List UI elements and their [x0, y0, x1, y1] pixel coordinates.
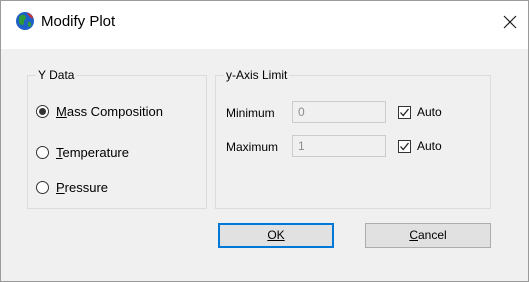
ok-button[interactable]: OK: [218, 223, 334, 248]
maximum-auto-checkbox[interactable]: Auto: [398, 136, 442, 156]
minimum-label: Minimum: [226, 106, 275, 120]
y-axis-limit-group: y-Axis Limit Minimum 0 Auto Maximum 1 Au…: [215, 68, 491, 209]
check-icon: [400, 142, 410, 150]
maximum-input[interactable]: 1: [292, 135, 386, 157]
maximum-auto-label: Auto: [417, 139, 442, 153]
radio-temperature-label: Temperature: [56, 144, 129, 160]
radio-pressure-circle[interactable]: [36, 180, 49, 194]
y-axis-limit-legend: y-Axis Limit: [224, 68, 290, 82]
window-title: Modify Plot: [41, 13, 116, 30]
minimum-auto-checkbox[interactable]: Auto: [398, 102, 442, 122]
close-button[interactable]: [497, 9, 523, 35]
radio-temperature-circle[interactable]: [36, 145, 49, 159]
minimum-input[interactable]: 0: [292, 101, 386, 123]
minimum-auto-label: Auto: [417, 105, 442, 119]
title-bar: Modify Plot: [1, 1, 528, 49]
radio-mass-composition-label: Mass Composition: [56, 103, 163, 119]
radio-pressure[interactable]: Pressure: [36, 177, 108, 197]
check-icon: [400, 108, 410, 116]
radio-mass-composition[interactable]: Mass Composition: [36, 101, 163, 121]
cancel-button[interactable]: Cancel: [365, 223, 491, 248]
cancel-button-label: Cancel: [409, 228, 447, 242]
radio-mass-composition-circle[interactable]: [36, 104, 49, 118]
y-data-group: Y Data Mass Composition Temperature Pres…: [27, 68, 207, 209]
ok-button-label: OK: [267, 228, 285, 242]
close-icon: [503, 15, 517, 29]
maximum-auto-box[interactable]: [398, 139, 411, 153]
modify-plot-dialog: Modify Plot Y Data Mass Composition Temp…: [0, 0, 529, 282]
globe-icon: [15, 11, 35, 31]
maximum-label: Maximum: [226, 140, 279, 154]
radio-temperature[interactable]: Temperature: [36, 142, 129, 162]
radio-pressure-label: Pressure: [56, 179, 109, 195]
y-data-legend: Y Data: [36, 68, 77, 82]
minimum-auto-box[interactable]: [398, 105, 411, 119]
